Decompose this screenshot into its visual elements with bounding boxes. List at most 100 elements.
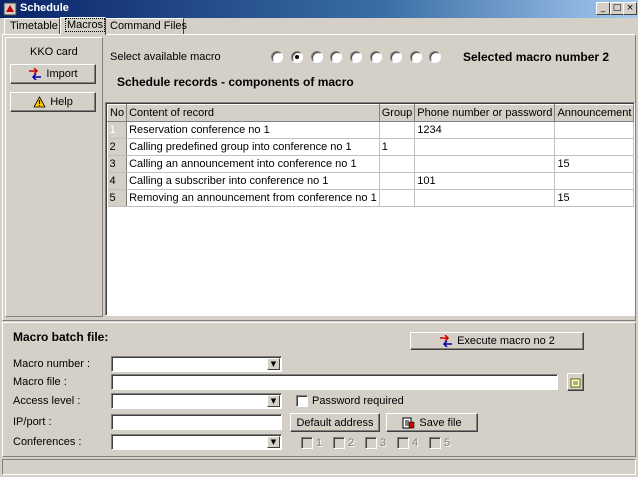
macro-radio-7[interactable] bbox=[389, 51, 402, 63]
table-cell: 4 bbox=[107, 172, 128, 190]
close-button[interactable]: × bbox=[623, 2, 637, 15]
minimize-button[interactable]: _ bbox=[596, 2, 610, 15]
ip-port-label: IP/port : bbox=[13, 416, 52, 428]
tab-macros[interactable]: Macros bbox=[60, 17, 106, 35]
table-cell bbox=[414, 138, 556, 156]
table-cell bbox=[554, 121, 634, 139]
table-cell: START+ 1 s bbox=[633, 138, 634, 156]
access-level-select[interactable]: ▼ bbox=[111, 393, 282, 409]
column-header[interactable]: Announcement bbox=[554, 104, 634, 122]
column-header[interactable]: No bbox=[106, 104, 128, 122]
table-cell: Calling a subscriber into conference no … bbox=[126, 172, 380, 190]
window-title: Schedule bbox=[20, 2, 69, 14]
macro-file-input[interactable] bbox=[111, 374, 558, 390]
execute-icon bbox=[440, 335, 453, 347]
table-cell bbox=[379, 172, 416, 190]
tab-timetable[interactable]: Timetable bbox=[4, 18, 60, 34]
ip-port-input[interactable] bbox=[111, 414, 282, 430]
macro-file-label: Macro file : bbox=[13, 376, 67, 388]
conference-checkbox-3[interactable] bbox=[365, 437, 377, 449]
column-header[interactable]: Content of record bbox=[126, 104, 380, 122]
save-icon bbox=[402, 417, 415, 428]
column-header[interactable]: Group bbox=[378, 104, 416, 122]
chevron-down-icon[interactable]: ▼ bbox=[267, 395, 280, 407]
warning-icon bbox=[33, 96, 46, 108]
table-cell: Calling predefined group into conference… bbox=[126, 138, 380, 156]
records-heading: Schedule records - components of macro bbox=[117, 75, 354, 89]
batch-panel: Macro batch file: Execute macro no 2 Mac… bbox=[2, 322, 636, 457]
conference-checkbox-label: 2 bbox=[348, 437, 355, 449]
table-cell: 15 bbox=[554, 189, 634, 207]
import-icon bbox=[29, 68, 42, 80]
table-cell: START+ 15 s bbox=[633, 172, 634, 190]
chevron-down-icon[interactable]: ▼ bbox=[267, 436, 280, 448]
table-cell: 15 bbox=[554, 155, 634, 173]
table-row[interactable]: 4 Calling a subscriber into conference no… bbox=[107, 172, 634, 190]
macro-radio-6[interactable] bbox=[370, 51, 382, 63]
help-button[interactable]: Help bbox=[10, 92, 96, 112]
conference-checkbox-label: 1 bbox=[316, 437, 323, 449]
table-row[interactable]: 3 Calling an announcement into conference… bbox=[107, 155, 634, 173]
column-header[interactable]: Phone number or password bbox=[414, 104, 556, 122]
conferences-label: Conferences : bbox=[13, 436, 82, 448]
password-required-label: Password required bbox=[312, 395, 404, 407]
table-cell: START+ 20 s bbox=[633, 189, 634, 207]
macro-number-select[interactable]: ▼ bbox=[111, 356, 282, 372]
records-table: No Content of record Group Phone number or … bbox=[106, 104, 634, 207]
table-cell: 3 bbox=[107, 155, 128, 173]
table-cell bbox=[414, 189, 556, 207]
conferences-select[interactable]: ▼ bbox=[111, 434, 282, 450]
table-cell: 1 bbox=[107, 121, 128, 139]
table-cell: Removing an announcement from conference… bbox=[126, 189, 380, 207]
table-cell: Calling an announcement into conference … bbox=[126, 155, 380, 173]
conference-checkbox-5[interactable] bbox=[429, 437, 441, 449]
conference-checkbox-label: 3 bbox=[380, 437, 387, 449]
browse-file-button[interactable] bbox=[567, 373, 584, 391]
select-macro-label: Select available macro bbox=[110, 51, 221, 63]
table-cell: 101 bbox=[414, 172, 556, 190]
macro-radio-8[interactable] bbox=[409, 51, 422, 63]
table-cell: 1 bbox=[379, 138, 416, 156]
password-required-checkbox[interactable] bbox=[296, 395, 308, 407]
import-button[interactable]: Import bbox=[10, 64, 96, 84]
app-icon bbox=[3, 2, 17, 16]
chevron-down-icon[interactable]: ▼ bbox=[267, 358, 280, 370]
status-bar bbox=[2, 459, 636, 475]
column-header[interactable]: Execution time bbox=[633, 104, 634, 122]
left-panel: KKO card Import Help bbox=[5, 37, 103, 317]
table-cell: START+ 10 s bbox=[633, 155, 634, 173]
records-grid[interactable]: No Content of record Group Phone number or … bbox=[105, 102, 635, 316]
conference-checkbox-label: 5 bbox=[444, 437, 451, 449]
execute-macro-button[interactable]: Execute macro no 2 bbox=[410, 332, 584, 350]
conference-checkbox-label: 4 bbox=[412, 437, 419, 449]
folder-icon bbox=[570, 378, 581, 387]
conference-checkbox-2[interactable] bbox=[333, 437, 345, 449]
maximize-button[interactable]: □ bbox=[610, 2, 624, 15]
table-cell bbox=[379, 121, 416, 139]
table-cell: 2 bbox=[107, 138, 128, 156]
table-row[interactable]: 1Reservation conference no 1 1234 START+ 0… bbox=[107, 121, 634, 139]
macro-radio-3[interactable] bbox=[310, 51, 323, 63]
table-cell: 5 bbox=[107, 189, 128, 207]
table-cell bbox=[379, 189, 416, 207]
conference-checkbox-1[interactable] bbox=[301, 437, 313, 449]
macro-number-label: Macro number : bbox=[13, 358, 91, 370]
table-cell bbox=[414, 155, 556, 173]
tab-command-files[interactable]: Command Files bbox=[104, 18, 187, 34]
conference-checkbox-4[interactable] bbox=[397, 437, 409, 449]
access-level-label: Access level : bbox=[13, 395, 81, 407]
table-row[interactable]: 2 Calling predefined group into conferenc… bbox=[107, 138, 634, 156]
title-bar: Schedule _ □ × bbox=[0, 0, 638, 18]
table-row[interactable]: 5 Removing an announcement from conferenc… bbox=[107, 189, 634, 207]
card-label: KKO card bbox=[30, 46, 78, 58]
table-cell bbox=[554, 172, 634, 190]
table-cell: START+ 0 s bbox=[633, 121, 634, 139]
table-cell: 1234 bbox=[414, 121, 556, 139]
macro-radio-2[interactable] bbox=[290, 51, 303, 63]
batch-title: Macro batch file: bbox=[13, 330, 109, 344]
table-cell: Reservation conference no 1 bbox=[126, 121, 380, 139]
save-file-button[interactable]: Save file bbox=[386, 413, 478, 432]
selected-macro-text: Selected macro number 2 bbox=[463, 50, 610, 64]
macro-radio-1[interactable] bbox=[271, 51, 283, 63]
default-address-button[interactable]: Default address bbox=[290, 413, 380, 432]
